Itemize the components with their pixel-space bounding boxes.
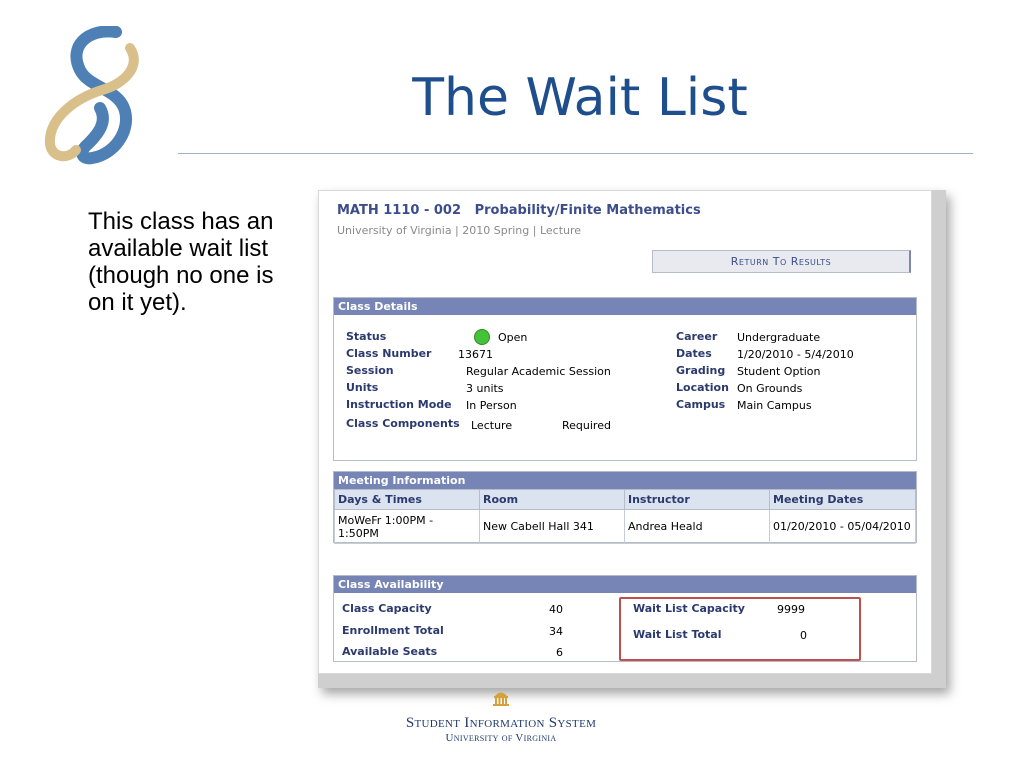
grading-label: Grading bbox=[676, 364, 726, 377]
instruction-mode-label: Instruction Mode bbox=[346, 398, 452, 411]
career-value: Undergraduate bbox=[737, 331, 821, 344]
available-seats-value: 6 bbox=[556, 646, 563, 659]
wait-list-highlight-box bbox=[619, 597, 861, 661]
slide-title: The Wait List bbox=[412, 68, 748, 128]
column-room: Room bbox=[479, 489, 625, 510]
title-divider bbox=[178, 153, 973, 154]
course-title: MATH 1110 - 002 Probability/Finite Mathe… bbox=[337, 203, 701, 218]
meeting-room: New Cabell Hall 341 bbox=[479, 509, 625, 544]
instruction-mode-value: In Person bbox=[466, 399, 517, 412]
meeting-days-times: MoWeFr 1:00PM - 1:50PM bbox=[334, 509, 480, 544]
footer: Student Information System University of… bbox=[390, 688, 612, 744]
meeting-dates: 01/20/2010 - 05/04/2010 bbox=[769, 509, 916, 544]
return-to-results-button[interactable]: Return To Results bbox=[652, 250, 911, 273]
footer-system-name: Student Information System bbox=[405, 715, 597, 731]
enrollment-total-value: 34 bbox=[549, 625, 563, 638]
class-availability-header: Class Availability bbox=[334, 576, 916, 593]
class-components-required: Required bbox=[562, 419, 611, 432]
meeting-table: Days & Times Room Instructor Meeting Dat… bbox=[334, 489, 916, 544]
column-meeting-dates: Meeting Dates bbox=[769, 489, 916, 510]
meeting-information-panel: Meeting Information Days & Times Room In… bbox=[333, 471, 917, 544]
available-seats-label: Available Seats bbox=[342, 645, 438, 658]
location-value: On Grounds bbox=[737, 382, 803, 395]
footer-university-name: University of Virginia bbox=[445, 732, 557, 744]
status-value: Open bbox=[498, 331, 528, 344]
dates-value: 1/20/2010 - 5/4/2010 bbox=[737, 348, 854, 361]
campus-label: Campus bbox=[676, 398, 726, 411]
units-label: Units bbox=[346, 381, 379, 394]
table-row: MoWeFr 1:00PM - 1:50PM New Cabell Hall 3… bbox=[334, 509, 916, 544]
enrollment-total-label: Enrollment Total bbox=[342, 624, 444, 637]
status-open-icon bbox=[474, 329, 490, 345]
column-instructor: Instructor bbox=[624, 489, 770, 510]
column-days-times: Days & Times bbox=[334, 489, 480, 510]
class-details-panel: Class Details Status Open Class Number 1… bbox=[333, 297, 917, 461]
class-details-header: Class Details bbox=[334, 298, 916, 315]
status-label: Status bbox=[346, 330, 387, 343]
class-number-value: 13671 bbox=[458, 348, 493, 361]
class-detail-screenshot: MATH 1110 - 002 Probability/Finite Mathe… bbox=[318, 190, 932, 674]
dates-label: Dates bbox=[676, 347, 712, 360]
meeting-information-header: Meeting Information bbox=[334, 472, 916, 489]
career-label: Career bbox=[676, 330, 718, 343]
campus-value: Main Campus bbox=[737, 399, 812, 412]
grading-value: Student Option bbox=[737, 365, 821, 378]
slide-bullet-text: This class has an available wait list (t… bbox=[88, 208, 274, 316]
class-components-value: Lecture bbox=[471, 419, 513, 432]
units-value: 3 units bbox=[466, 382, 504, 395]
course-subtitle: University of Virginia | 2010 Spring | L… bbox=[337, 224, 582, 237]
class-capacity-value: 40 bbox=[549, 603, 563, 616]
sis-logo-icon bbox=[44, 26, 139, 165]
class-number-label: Class Number bbox=[346, 347, 432, 360]
location-label: Location bbox=[676, 381, 729, 394]
class-capacity-label: Class Capacity bbox=[342, 602, 432, 615]
meeting-instructor: Andrea Heald bbox=[624, 509, 770, 544]
rotunda-icon bbox=[493, 692, 509, 706]
class-components-label: Class Components bbox=[346, 417, 460, 430]
session-value: Regular Academic Session bbox=[466, 365, 611, 378]
session-label: Session bbox=[346, 364, 394, 377]
